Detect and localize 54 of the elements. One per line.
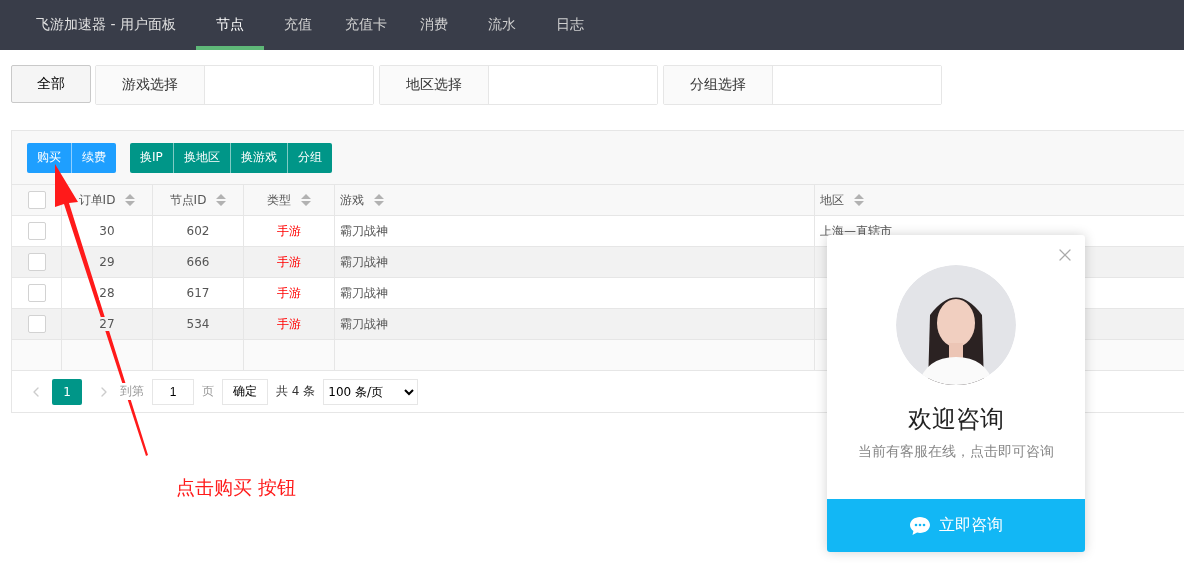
sort-icon[interactable]: [216, 193, 227, 207]
table-cell: 霸刀战神: [335, 278, 815, 309]
confirm-button[interactable]: 确定: [222, 378, 268, 405]
page-input[interactable]: 1: [152, 378, 194, 405]
toolbar-button[interactable]: 换地区: [172, 142, 230, 173]
table-cell: 534: [153, 309, 244, 340]
sort-icon[interactable]: [374, 193, 384, 207]
nav-tab[interactable]: 节点: [195, 0, 264, 50]
checkbox[interactable]: [27, 253, 46, 271]
page-button[interactable]: 1: [52, 378, 82, 405]
column-header: 节点ID: [169, 191, 207, 209]
checkbox[interactable]: [27, 222, 46, 240]
nav-tab[interactable]: 消费: [399, 0, 468, 50]
nav-tab[interactable]: 流水: [467, 0, 536, 50]
column-header: 游戏: [340, 191, 364, 209]
table-cell: 30: [62, 216, 153, 247]
nav-tab[interactable]: 日志: [535, 0, 604, 50]
nav-tab[interactable]: 充值: [263, 0, 332, 50]
table-cell: 666: [153, 247, 244, 278]
table-cell: 28: [62, 278, 153, 309]
table-cell: 霸刀战神: [335, 247, 815, 278]
table-cell: 手游: [244, 216, 335, 247]
sort-icon[interactable]: [125, 193, 136, 207]
table-cell: 602: [153, 216, 244, 247]
checkbox[interactable]: [27, 284, 46, 302]
toolbar-button[interactable]: 分组: [286, 142, 332, 173]
table-cell: 617: [153, 278, 244, 309]
nav-tab[interactable]: 充值卡: [331, 0, 400, 50]
table-cell: 霸刀战神: [335, 216, 815, 247]
table-cell: 27: [62, 309, 153, 340]
checkbox[interactable]: [27, 315, 46, 333]
all-button[interactable]: 全部: [11, 65, 91, 103]
total-count: 共 4 条: [276, 383, 316, 400]
sort-icon[interactable]: [301, 193, 311, 207]
toolbar-button[interactable]: 换游戏: [229, 142, 287, 173]
goto-label: 到第: [120, 383, 144, 400]
table-cell: 手游: [244, 278, 335, 309]
table-cell: 手游: [244, 247, 335, 278]
table-cell: 霸刀战神: [335, 309, 815, 340]
column-header: 地区: [820, 191, 844, 209]
popup-subtitle: 当前有客服在线，点击即可咨询: [858, 443, 1054, 461]
column-header: 订单ID: [78, 191, 116, 209]
toolbar-button[interactable]: 换IP: [130, 142, 173, 173]
page-size-select[interactable]: 100 条/页: [323, 378, 419, 405]
page-unit: 页: [202, 383, 214, 400]
chat-icon: [909, 515, 931, 536]
table-cell: 手游: [244, 309, 335, 340]
column-header: 类型: [267, 191, 291, 209]
app-title: 飞游加速器 - 用户面板: [35, 15, 177, 34]
table-cell: 29: [62, 247, 153, 278]
sort-icon[interactable]: [854, 193, 864, 207]
annotation-text: 点击购买 按钮: [176, 475, 297, 500]
popup-title: 欢迎咨询: [908, 404, 1004, 435]
checkbox[interactable]: [27, 191, 46, 209]
